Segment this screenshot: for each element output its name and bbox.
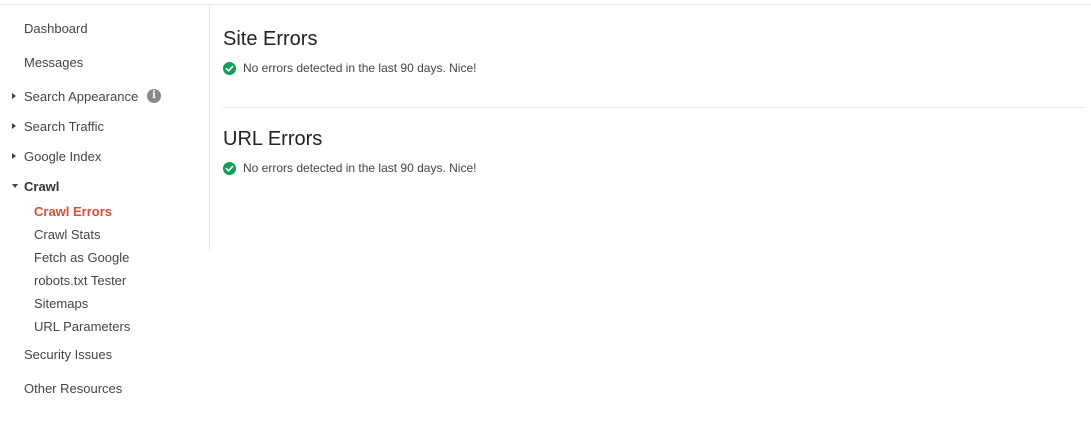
sidebar-item-other-resources[interactable]: Other Resources [24,381,122,396]
site-errors-status-text: No errors detected in the last 90 days. … [243,61,477,75]
sidebar-subitem-sitemaps[interactable]: Sitemaps [34,296,88,311]
sidebar-item-crawl[interactable]: Crawl [24,179,59,194]
sidebar-subitem-crawl-errors[interactable]: Crawl Errors [34,204,112,219]
caret-right-icon[interactable] [12,123,16,129]
caret-down-icon[interactable] [12,184,18,188]
url-errors-title: URL Errors [223,128,323,150]
caret-right-icon[interactable] [12,93,16,99]
sidebar-item-search-traffic[interactable]: Search Traffic [24,119,104,134]
sidebar-item-messages[interactable]: Messages [24,55,83,70]
check-circle-icon [223,61,236,75]
sidebar-item-security-issues[interactable]: Security Issues [24,347,112,362]
sidebar-subitem-robots-tester[interactable]: robots.txt Tester [34,273,126,288]
site-errors-status: No errors detected in the last 90 days. … [223,61,476,75]
sidebar-item-dashboard[interactable]: Dashboard [24,21,88,36]
site-errors-title: Site Errors [223,28,318,50]
sidebar-subitem-url-parameters[interactable]: URL Parameters [34,319,130,334]
url-errors-status-text: No errors detected in the last 90 days. … [243,161,477,175]
caret-right-icon[interactable] [12,153,16,159]
info-icon[interactable]: i [147,89,161,103]
sidebar-item-search-appearance[interactable]: Search Appearance [24,89,138,104]
url-errors-status: No errors detected in the last 90 days. … [223,161,476,175]
sidebar-subitem-fetch-as-google[interactable]: Fetch as Google [34,250,129,265]
sidebar-item-google-index[interactable]: Google Index [24,149,101,164]
sidebar-subitem-crawl-stats[interactable]: Crawl Stats [34,227,100,242]
check-circle-icon [223,161,236,175]
section-divider [223,107,1085,108]
